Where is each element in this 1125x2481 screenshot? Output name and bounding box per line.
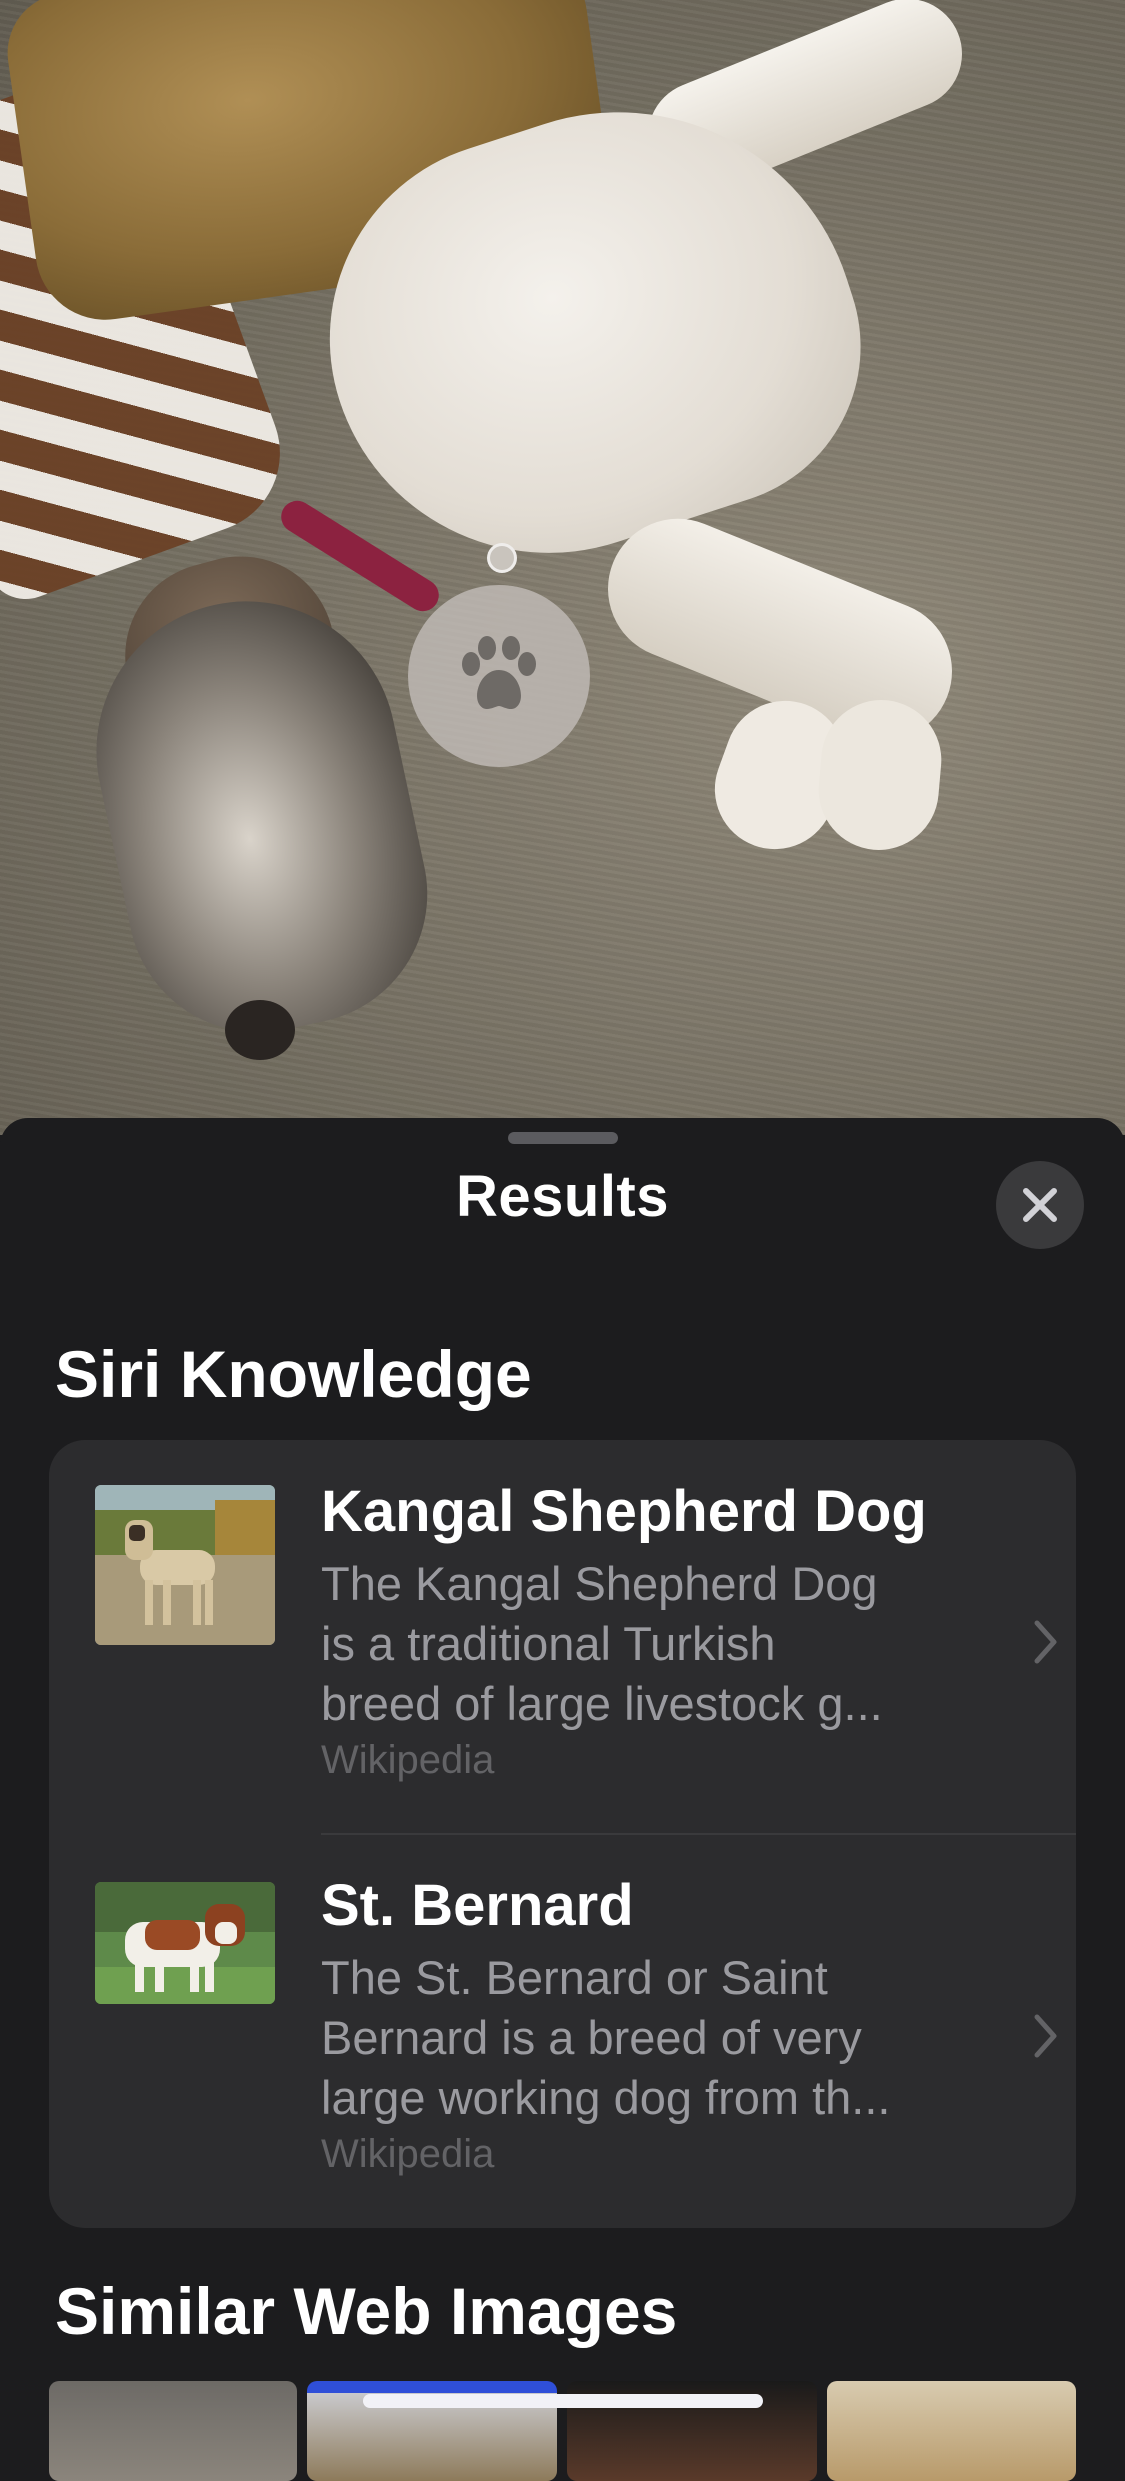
description-line: large working dog from th...	[321, 2071, 891, 2124]
knowledge-title: St. Bernard	[321, 1873, 634, 1938]
results-sheet[interactable]: Results Siri Knowledge Kangal Shepherd D…	[0, 1118, 1125, 2481]
paw-icon	[462, 636, 536, 710]
knowledge-source: Wikipedia	[321, 2132, 495, 2176]
description-line: The St. Bernard or Saint	[321, 1951, 828, 2004]
description-line: Bernard is a breed of very	[321, 2011, 862, 2064]
close-button[interactable]	[996, 1161, 1084, 1249]
description-line: is a traditional Turkish	[321, 1617, 776, 1670]
knowledge-description: The St. Bernard or Saint Bernard is a br…	[321, 1948, 1011, 2128]
chevron-right-icon	[1034, 2014, 1058, 2063]
siri-knowledge-card: Kangal Shepherd Dog The Kangal Shepherd …	[49, 1440, 1076, 2228]
sheet-grabber[interactable]	[508, 1132, 618, 1144]
close-icon	[1023, 1188, 1057, 1222]
kangal-dog-photo	[95, 1485, 275, 1645]
description-line: breed of large livestock g...	[321, 1677, 883, 1730]
lookup-pin	[487, 543, 517, 573]
web-image-thumb[interactable]	[49, 2381, 297, 2481]
dog-photo	[0, 0, 1125, 1135]
description-line: The Kangal Shepherd Dog	[321, 1557, 878, 1610]
chevron-right-icon	[1034, 1620, 1058, 1669]
web-image-thumb[interactable]	[827, 2381, 1076, 2481]
dog-nose	[225, 1000, 295, 1060]
knowledge-source: Wikipedia	[321, 1738, 495, 1782]
similar-web-images-heading: Similar Web Images	[55, 2274, 678, 2348]
knowledge-title: Kangal Shepherd Dog	[321, 1479, 927, 1544]
st-bernard-photo	[95, 1882, 275, 2004]
knowledge-row-st-bernard[interactable]: St. Bernard The St. Bernard or Saint Ber…	[49, 1834, 1076, 2228]
knowledge-row-kangal[interactable]: Kangal Shepherd Dog The Kangal Shepherd …	[49, 1440, 1076, 1834]
home-indicator[interactable]	[363, 2394, 763, 2408]
visual-lookup-button[interactable]	[408, 585, 590, 767]
siri-knowledge-heading: Siri Knowledge	[55, 1337, 532, 1411]
knowledge-description: The Kangal Shepherd Dog is a traditional…	[321, 1554, 1011, 1734]
sheet-title: Results	[455, 1164, 669, 1229]
